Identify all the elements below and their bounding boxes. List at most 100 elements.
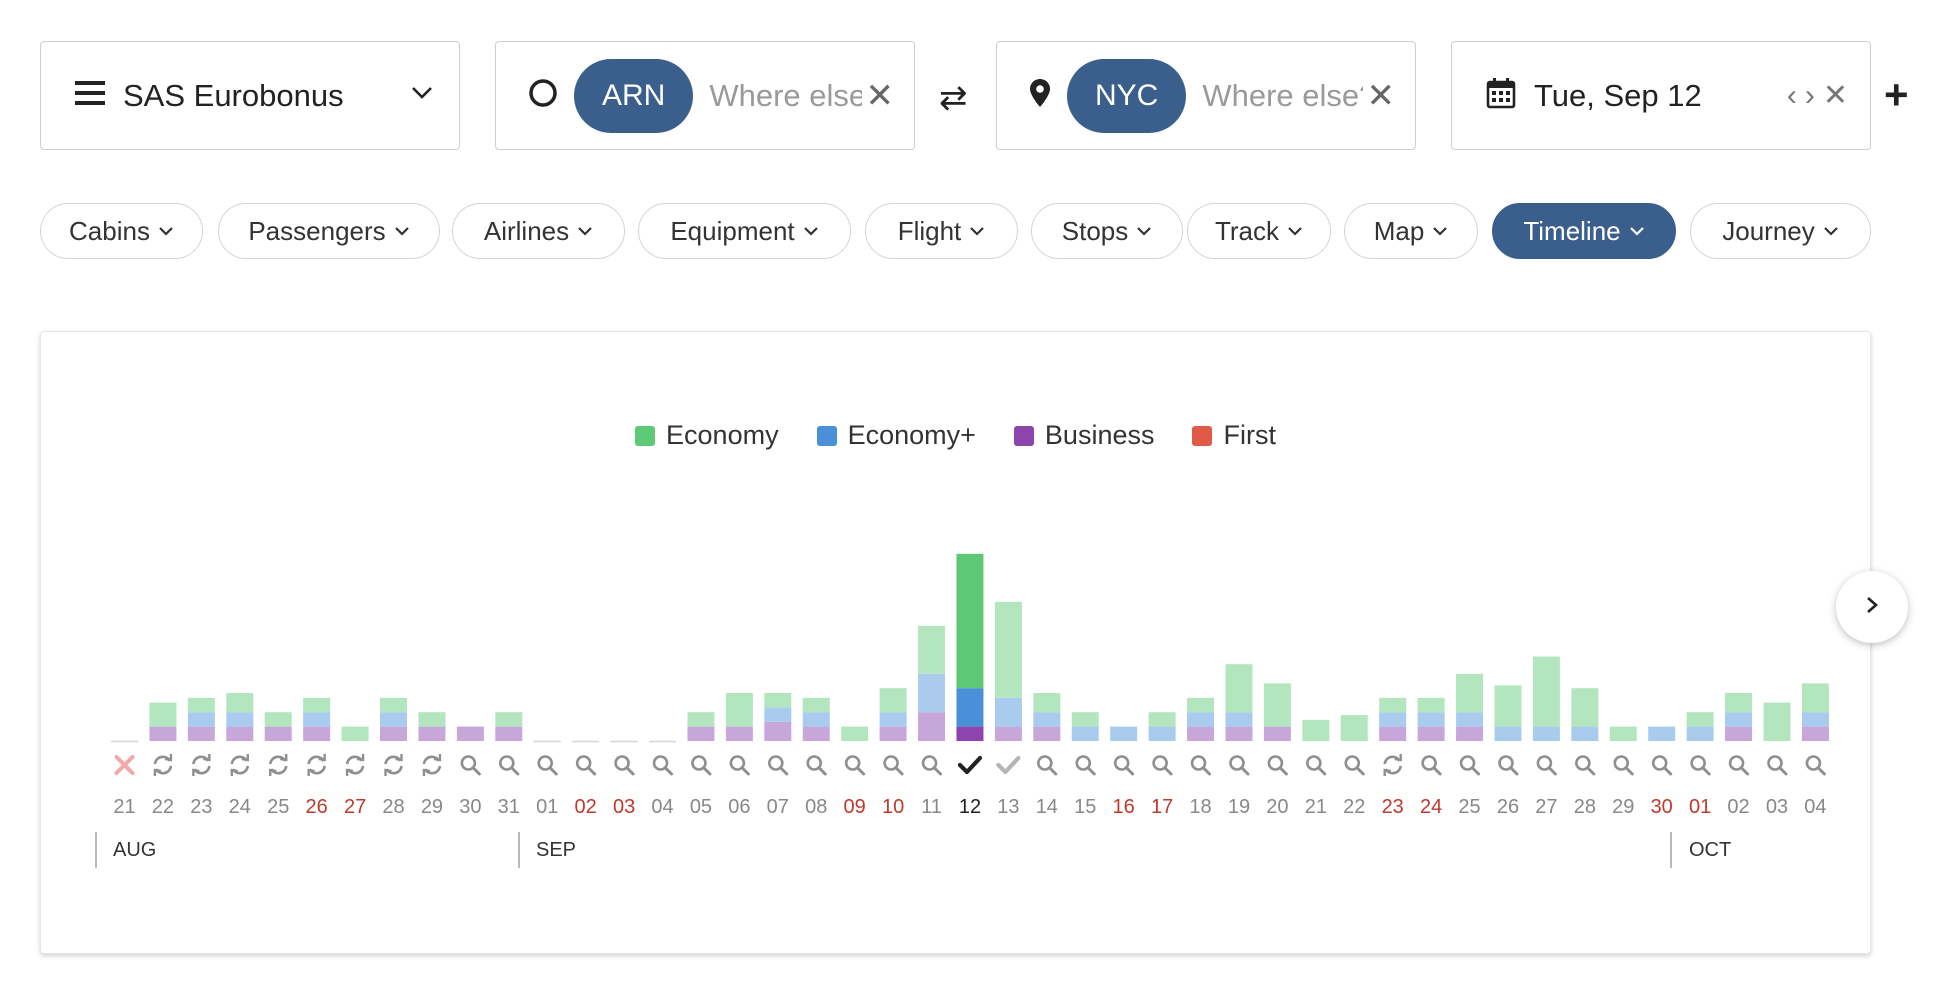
bar-economy-28 [380,697,408,713]
filter-flight[interactable]: Flight [865,203,1018,259]
menu-icon [75,80,105,111]
clear-destination-icon[interactable]: ✕ [1367,79,1396,113]
date-field[interactable]: Tue, Sep 12 ‹ › ✕ [1451,41,1871,150]
bar-business-04 [1801,726,1829,741]
bar-business-08 [802,726,830,741]
clear-origin-icon[interactable]: ✕ [866,79,895,113]
bar-business-23 [1379,726,1407,741]
destination-input[interactable]: Where else? [1202,78,1362,114]
search-icon-handle [1701,766,1711,776]
bar-economy-12 [956,553,984,689]
bar-economy-plus-04 [1801,712,1829,727]
filter-map[interactable]: Map [1344,203,1478,259]
bar-economy-plus-27 [1532,726,1560,741]
bar-economy-plus-28 [380,712,408,727]
filter-passengers[interactable]: Passengers [218,203,440,259]
next-date-icon[interactable]: › [1805,80,1815,111]
search-icon-handle [779,766,789,776]
day-label: 21 [113,796,135,818]
chevron-down-icon [1823,226,1839,236]
bar-economy-plus-14 [1033,712,1061,727]
day-label: 24 [1420,796,1442,818]
day-label: 12 [959,796,981,818]
search-icon-handle [1086,766,1096,776]
filter-equipment[interactable]: Equipment [638,203,851,259]
search-icon-handle [1278,766,1288,776]
origin-chip[interactable]: ARN [574,58,694,133]
day-label: 22 [1343,796,1365,818]
bar-business-06 [725,726,753,741]
search-icon-handle [933,766,943,776]
day-label: 29 [1612,796,1634,818]
clear-date-icon[interactable]: ✕ [1823,80,1848,111]
filter-label: Stops [1061,215,1129,246]
bar-economy-27 [341,726,369,741]
search-icon-handle [1202,766,1212,776]
bar-economy-plus-28 [1571,726,1599,741]
origin-input[interactable]: Where else? [709,78,861,114]
origin-field[interactable]: ARN Where else? ✕ [495,41,915,150]
program-selector[interactable]: SAS Eurobonus [40,41,460,150]
filter-journey[interactable]: Journey [1690,203,1871,259]
filter-label: Timeline [1523,215,1621,246]
next-page-button[interactable] [1836,571,1908,643]
day-label: 04 [651,796,673,818]
bar-business-13 [994,726,1022,741]
filter-track[interactable]: Track [1187,203,1331,259]
bar-economy-plus-01 [1686,726,1714,741]
filter-airlines[interactable]: Airlines [452,203,625,259]
day-label: 09 [844,796,866,818]
chart-canvas: 21 22 23 24 25 26 27 28 29 30 31 01 02 03 04 05 06 07 08 09… [95,553,1829,868]
search-icon-handle [548,766,558,776]
bar-economy-plus-24 [1417,712,1445,727]
chevron-down-icon [803,226,819,236]
filter-cabins[interactable]: Cabins [40,203,203,259]
bar-economy-06 [725,693,753,727]
bar-economy-24 [226,693,254,713]
bar-business-11 [918,712,946,741]
day-label: 20 [1266,796,1288,818]
bar-economy-plus-24 [226,712,254,727]
filter-timeline[interactable]: Timeline [1492,203,1676,259]
search-icon-handle [1663,766,1673,776]
bar-economy-plus-17 [1148,726,1176,741]
day-label: 27 [344,796,366,818]
timeline-chart: Economy Economy+ Business First 21 22 23 24… [40,331,1871,954]
bar-economy-23 [1379,697,1407,713]
bar-business-14 [1033,726,1061,741]
day-label: 18 [1189,796,1211,818]
chevron-down-icon [394,226,410,236]
chevron-down-icon [577,226,593,236]
month-label-oct: OCT [1689,839,1732,861]
map-pin-icon [1029,78,1051,113]
previous-date-icon[interactable]: ‹ [1787,80,1797,111]
bar-economy-28 [1571,688,1599,727]
bar-business-07 [764,721,792,741]
bar-economy-29 [1609,726,1637,741]
day-label: 06 [728,796,750,818]
day-label: 08 [805,796,827,818]
bar-business-23 [187,726,215,741]
day-label: 01 [1689,796,1711,818]
filter-label: Cabins [69,215,150,246]
bar-economy-plus-25 [1456,712,1484,727]
bar-economy-plus-10 [879,712,907,727]
month-label-aug: AUG [113,839,157,861]
bar-economy-26 [303,697,331,713]
add-icon[interactable]: + [1884,74,1909,116]
swap-icon[interactable]: ⇄ [939,78,968,118]
day-label: 31 [498,796,520,818]
filter-label: Flight [897,215,962,246]
filter-label: Journey [1722,215,1815,246]
bar-economy-04 [1801,683,1829,713]
check-icon [957,755,983,775]
bar-economy-09 [841,726,869,741]
bar-economy-24 [1417,697,1445,713]
destination-field[interactable]: NYC Where else? ✕ [996,41,1416,150]
search-icon-handle [1547,766,1557,776]
bar-economy-22 [149,702,177,727]
bar-economy-plus-15 [1071,726,1099,741]
bar-economy-01 [1686,712,1714,727]
destination-chip[interactable]: NYC [1067,58,1187,133]
filter-stops[interactable]: Stops [1031,203,1183,259]
